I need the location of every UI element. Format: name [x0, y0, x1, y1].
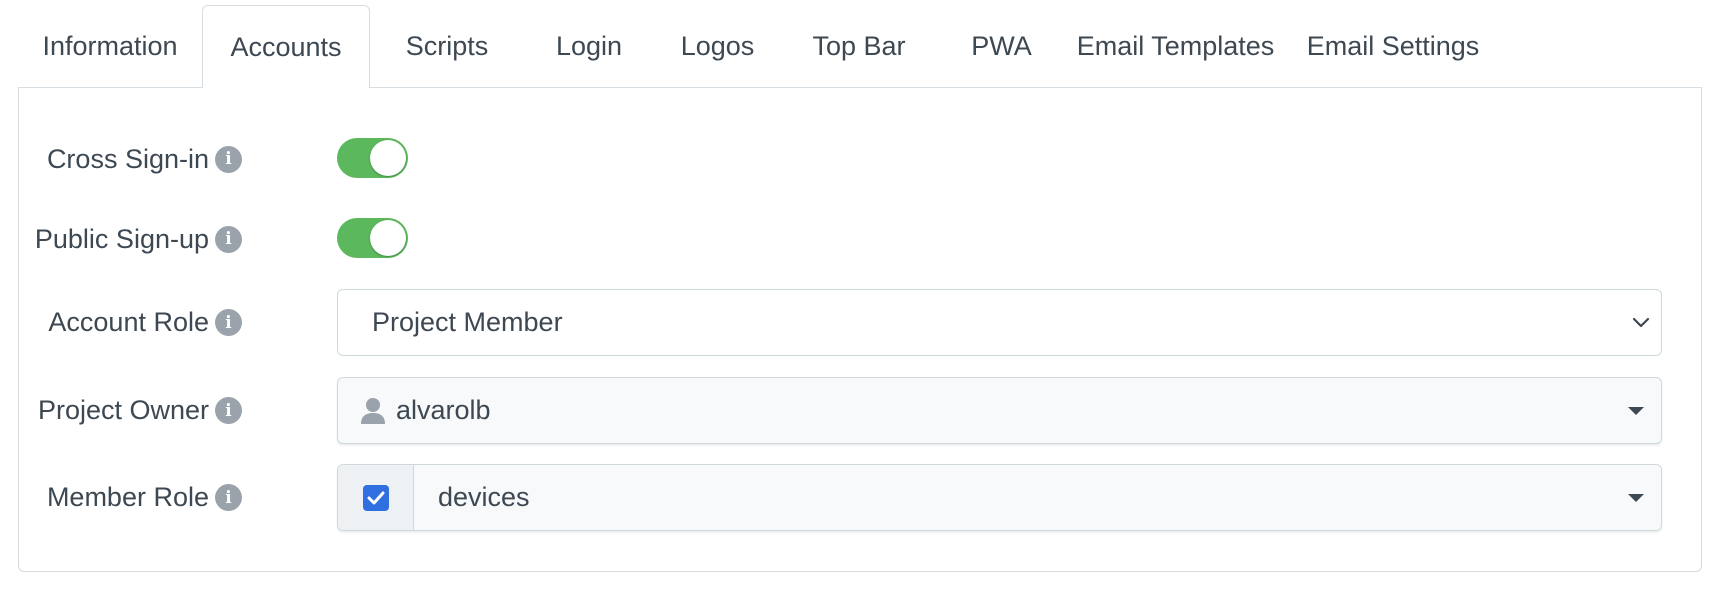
tab-logos[interactable]: Logos: [654, 5, 781, 87]
caret-down-icon: [1611, 378, 1661, 443]
account-role-select[interactable]: Project Member: [337, 289, 1662, 356]
tab-pwa[interactable]: PWA: [937, 5, 1066, 87]
toggle-knob: [370, 220, 406, 256]
tab-accounts[interactable]: Accounts: [202, 5, 370, 88]
info-icon[interactable]: i: [215, 484, 242, 511]
check-icon: [367, 491, 384, 504]
tab-login[interactable]: Login: [524, 5, 654, 87]
tab-bar: Information Accounts Scripts Login Logos…: [18, 5, 1501, 88]
info-icon[interactable]: i: [215, 145, 242, 173]
project-owner-value: alvarolb: [396, 395, 491, 425]
cross-signin-label: Cross Sign-in: [46, 143, 209, 174]
member-role-checkbox[interactable]: [362, 484, 389, 511]
info-icon[interactable]: i: [215, 309, 242, 336]
member-role-label: Member Role: [46, 482, 209, 512]
account-role-label: Account Role: [48, 307, 209, 337]
caret-down-icon: [1611, 465, 1661, 530]
member-role-checkbox-addon: [338, 465, 414, 530]
chevron-down-icon: [1621, 290, 1661, 355]
public-signup-row: Public Sign-up i: [19, 218, 1701, 278]
tab-information[interactable]: Information: [18, 5, 202, 87]
member-role-row: Member Role i devices: [19, 464, 1701, 531]
member-role-control: devices: [337, 464, 1662, 531]
cross-signin-row: Cross Sign-in i: [19, 138, 1701, 198]
toggle-knob: [370, 140, 406, 176]
tab-scripts[interactable]: Scripts: [370, 5, 524, 87]
project-owner-row: Project Owner i alvarolb: [19, 377, 1701, 444]
project-owner-select[interactable]: alvarolb: [337, 377, 1662, 444]
tab-email-templates[interactable]: Email Templates: [1066, 5, 1285, 87]
account-role-value: Project Member: [372, 307, 563, 337]
member-role-value: devices: [438, 482, 530, 512]
tab-email-settings[interactable]: Email Settings: [1285, 5, 1501, 87]
accounts-panel: Cross Sign-in i Public Sign-up i Account…: [18, 87, 1702, 572]
settings-page: Information Accounts Scripts Login Logos…: [0, 0, 1720, 590]
account-role-row: Account Role i Project Member: [19, 289, 1701, 356]
cross-signin-toggle[interactable]: [337, 138, 408, 178]
info-icon[interactable]: i: [215, 397, 242, 424]
public-signup-toggle[interactable]: [337, 218, 408, 258]
tab-top-bar[interactable]: Top Bar: [781, 5, 937, 87]
public-signup-label: Public Sign-up: [34, 223, 209, 254]
user-icon: [360, 397, 386, 425]
info-icon[interactable]: i: [215, 225, 242, 253]
member-role-select[interactable]: devices: [414, 465, 1661, 530]
project-owner-label: Project Owner: [37, 395, 209, 425]
